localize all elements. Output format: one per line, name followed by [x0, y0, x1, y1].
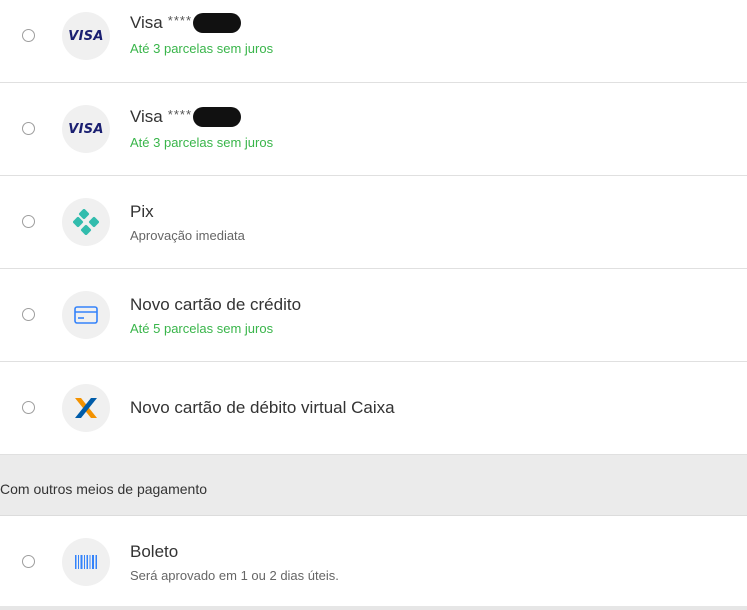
payment-option-title: Pix	[130, 202, 154, 221]
payment-option-title: Visa ****	[130, 12, 242, 33]
radio-button[interactable]	[22, 29, 35, 42]
masked-card-number: ****	[167, 106, 193, 122]
visa-logo-icon: VISA	[62, 105, 110, 153]
caixa-logo-icon	[62, 384, 110, 432]
payment-option-pix[interactable]: Pix Aprovação imediata	[0, 176, 747, 269]
other-payment-methods-header: Com outros meios de pagamento	[0, 455, 747, 516]
redacted-card-digits	[193, 13, 242, 33]
pix-icon	[62, 198, 110, 246]
payment-option-boleto[interactable]: Boleto Será aprovado em 1 ou 2 dias útei…	[0, 516, 747, 609]
payment-option-visa-2[interactable]: VISA Visa **** Até 3 parcelas sem juros	[0, 83, 747, 176]
payment-option-visa-1[interactable]: VISA Visa **** Até 3 parcelas sem juros	[0, 0, 747, 83]
payment-method-list: VISA Visa **** Até 3 parcelas sem juros …	[0, 0, 747, 610]
barcode-icon	[62, 538, 110, 586]
visa-logo-icon: VISA	[62, 12, 110, 60]
payment-option-caixa-debit[interactable]: Novo cartão de débito virtual Caixa	[0, 362, 747, 455]
bottom-divider	[0, 606, 747, 610]
payment-option-new-credit-card[interactable]: Novo cartão de crédito Até 5 parcelas se…	[0, 269, 747, 362]
pix-icon-graphic	[73, 209, 99, 235]
credit-card-icon	[62, 291, 110, 339]
radio-button[interactable]	[22, 308, 35, 321]
masked-card-number: ****	[167, 12, 193, 28]
payment-option-subtitle: Até 5 parcelas sem juros	[130, 321, 274, 336]
radio-button[interactable]	[22, 215, 35, 228]
payment-option-title: Novo cartão de crédito	[130, 295, 302, 314]
payment-option-subtitle: Até 3 parcelas sem juros	[130, 135, 274, 150]
radio-button[interactable]	[22, 555, 35, 568]
payment-option-title: Visa ****	[130, 106, 242, 127]
credit-card-icon-graphic	[74, 306, 98, 324]
payment-option-subtitle: Aprovação imediata	[130, 228, 245, 243]
caixa-logo-graphic	[75, 398, 97, 418]
barcode-icon-graphic	[75, 555, 97, 569]
section-title: Com outros meios de pagamento	[0, 481, 207, 497]
radio-button[interactable]	[22, 401, 35, 414]
radio-button[interactable]	[22, 122, 35, 135]
payment-option-title: Boleto	[130, 542, 179, 561]
payment-option-subtitle: Até 3 parcelas sem juros	[130, 41, 274, 56]
payment-option-title: Novo cartão de débito virtual Caixa	[130, 398, 395, 417]
payment-option-subtitle: Será aprovado em 1 ou 2 dias úteis.	[130, 568, 339, 583]
redacted-card-digits	[193, 107, 242, 127]
